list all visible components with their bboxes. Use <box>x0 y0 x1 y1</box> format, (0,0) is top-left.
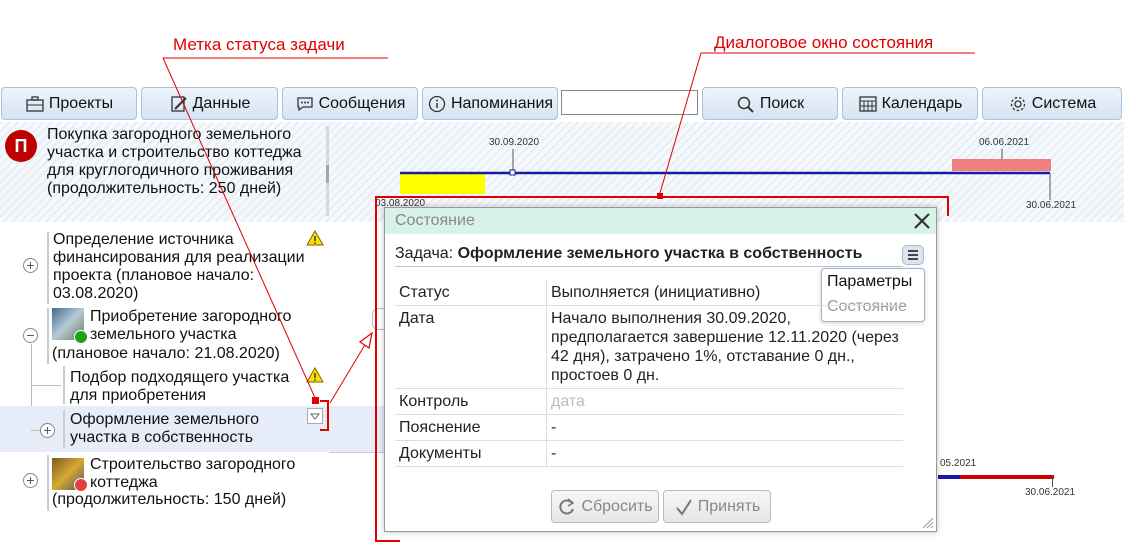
search-button[interactable]: Поиск <box>702 87 838 120</box>
task-bracket <box>47 455 49 511</box>
task-bracket <box>47 308 49 364</box>
row-value: - <box>546 414 903 441</box>
expand-icon[interactable]: + <box>40 423 55 438</box>
task-name: Оформление земельного участка в собствен… <box>457 245 863 262</box>
project-scrollbar-thumb[interactable] <box>326 165 329 183</box>
status-table: Статус Выполняется (инициативно) Дата На… <box>395 280 903 467</box>
row-key: Пояснение <box>395 414 547 441</box>
dialog-title: Состояние <box>395 212 475 229</box>
table-row: Контроль дата <box>395 388 903 415</box>
project-title[interactable]: Покупка загородного земельного участка и… <box>47 126 317 198</box>
hamburger-icon <box>908 250 918 260</box>
expand-icon[interactable]: + <box>23 258 38 273</box>
reminders-button[interactable]: Напоминания <box>422 87 558 120</box>
row-key: Статус <box>395 280 547 306</box>
data-button[interactable]: Данные <box>141 87 278 120</box>
annotation-anchor <box>312 397 319 404</box>
annotation-arrow-line <box>329 342 367 404</box>
gantt-tick <box>1052 475 1053 487</box>
task-subtitle: (плановое начало: 21.08.2020) <box>52 345 280 362</box>
row-value: Начало выполнения 30.09.2020, предполага… <box>546 305 903 389</box>
table-row: Пояснение - <box>395 414 903 441</box>
gantt-date-end: 06.06.2021 <box>979 137 1029 148</box>
row-key: Документы <box>395 440 547 467</box>
resize-grip-icon[interactable] <box>921 516 935 530</box>
search-input[interactable] <box>561 90 698 115</box>
control-date-field[interactable]: дата <box>546 388 903 415</box>
task-title[interactable]: Строительство загородного коттеджа <box>90 456 300 492</box>
task-subtitle: (продолжительность: 150 дней) <box>52 491 287 508</box>
task-title[interactable]: Подбор подходящего участка для приобрете… <box>70 369 300 405</box>
divider <box>395 266 903 267</box>
calendar-label: Календарь <box>881 94 963 112</box>
info-icon <box>428 95 446 112</box>
tree-line <box>31 385 61 386</box>
task-label: Задача: <box>395 245 454 262</box>
annotation-status-label: Метка статуса задачи <box>173 35 345 54</box>
gantt-bottom-date1: 05.2021 <box>940 458 977 469</box>
status-dot-red <box>74 478 88 492</box>
warning-icon[interactable] <box>306 230 324 246</box>
chat-bubble-icon <box>296 96 313 111</box>
divider <box>329 452 384 453</box>
data-label: Данные <box>192 94 251 112</box>
projects-label: Проекты <box>48 94 114 112</box>
gantt-blue-bar <box>938 475 960 479</box>
reminders-label: Напоминания <box>450 94 554 112</box>
collapse-icon[interactable]: − <box>23 328 38 343</box>
close-icon[interactable] <box>913 212 931 230</box>
row-key: Контроль <box>395 388 547 415</box>
expand-icon[interactable]: + <box>23 473 38 488</box>
annotation-arrowhead <box>358 331 373 349</box>
status-tag-button[interactable] <box>307 408 323 424</box>
task-title[interactable]: Оформление земельного участка в собствен… <box>70 411 290 447</box>
control-date-placeholder: дата <box>551 393 585 410</box>
search-icon <box>737 96 754 113</box>
calendar-button[interactable]: Календарь <box>842 87 978 120</box>
triangle-down-icon <box>309 413 321 420</box>
system-button[interactable]: Система <box>982 87 1122 120</box>
table-row: Статус Выполняется (инициативно) <box>395 280 903 306</box>
table-row: Документы - <box>395 440 903 467</box>
gantt-bottom-date2: 30.06.2021 <box>1025 487 1076 498</box>
gantt-yellow-bar <box>400 174 485 194</box>
row-value: Выполняется (инициативно) <box>546 280 903 306</box>
system-label: Система <box>1031 94 1097 112</box>
gantt-date-finish: 30.06.2021 <box>1026 200 1076 211</box>
search-label: Поиск <box>759 94 805 112</box>
edit-notebook-icon <box>170 95 187 112</box>
messages-label: Сообщения <box>318 94 406 112</box>
reset-label: Сбросить <box>581 497 653 515</box>
row-value: - <box>546 440 903 467</box>
table-row: Дата Начало выполнения 30.09.2020, предп… <box>395 305 903 389</box>
dialog-header[interactable]: Состояние <box>385 208 936 234</box>
checkmark-icon <box>675 498 692 516</box>
calendar-icon <box>858 95 877 112</box>
accept-button[interactable]: Принять <box>663 490 771 523</box>
annotation-dialog-label: Диалоговое окно состояния <box>714 33 934 52</box>
task-bracket <box>63 366 65 404</box>
accept-label: Принять <box>697 497 761 515</box>
status-dialog: Состояние Задача: Оформление земельного … <box>384 207 937 532</box>
warning-icon[interactable] <box>306 367 324 383</box>
task-title[interactable]: Приобретение загородного земельного учас… <box>90 308 300 344</box>
row-key: Дата <box>395 305 547 389</box>
status-dot-green <box>74 330 88 344</box>
task-bracket <box>47 232 49 304</box>
briefcase-icon <box>26 95 44 112</box>
gantt-pink-bar <box>952 159 1051 171</box>
project-badge: П <box>5 130 37 162</box>
refresh-icon <box>559 497 575 514</box>
gantt-date-start: 30.09.2020 <box>489 137 539 148</box>
gear-icon <box>1010 96 1025 111</box>
projects-button[interactable]: Проекты <box>1 87 137 120</box>
reset-button[interactable]: Сбросить <box>551 490 659 523</box>
dialog-task-line: Задача: Оформление земельного участка в … <box>395 245 862 263</box>
task-title[interactable]: Определение источника финансирования для… <box>53 231 309 303</box>
menu-button[interactable] <box>902 245 924 265</box>
messages-button[interactable]: Сообщения <box>282 87 418 120</box>
task-bracket <box>63 410 65 448</box>
